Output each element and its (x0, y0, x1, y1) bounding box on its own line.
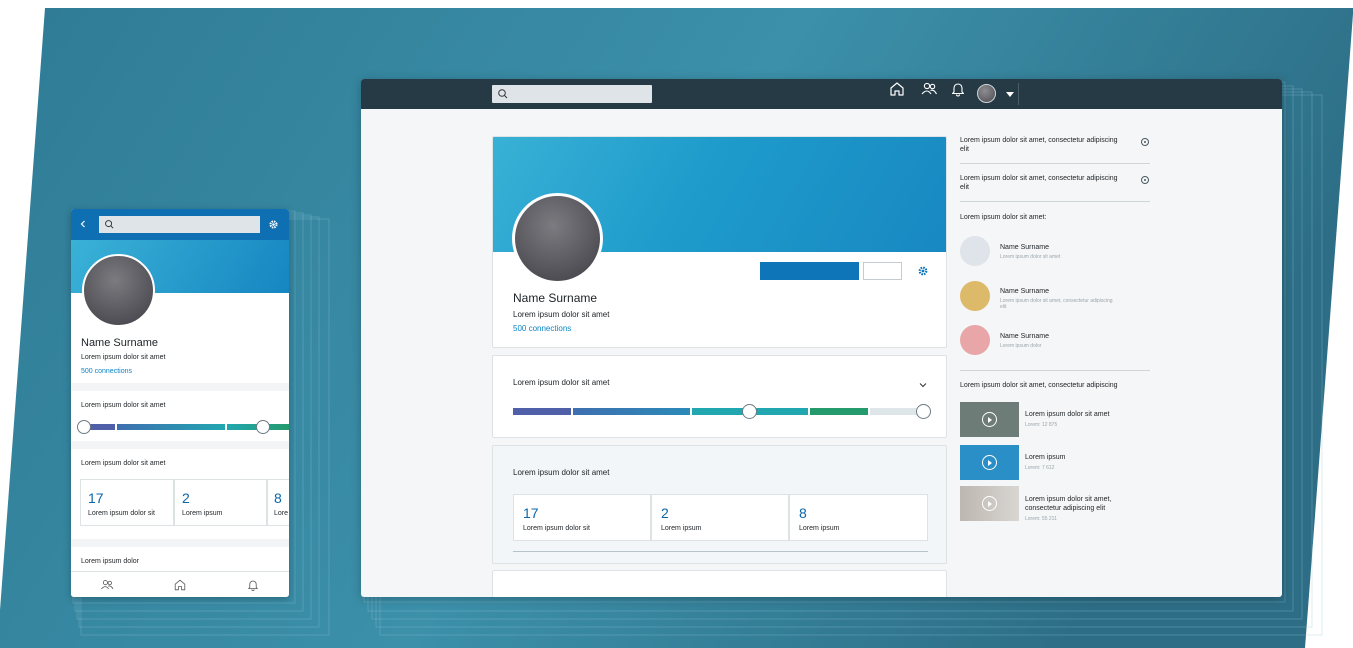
caret-down-icon[interactable] (1006, 92, 1014, 97)
play-icon (982, 496, 997, 511)
stats-title: Lorem ipsum dolor sit amet (81, 460, 166, 467)
play-icon (982, 412, 997, 427)
stat-label: Lorem ipsum (799, 525, 840, 532)
avatar[interactable] (977, 84, 996, 103)
stat-label: Lore (274, 510, 289, 517)
progress-card-title: Lorem ipsum dolor sit amet (513, 378, 610, 387)
mobile-bottom-section: Lorem ipsum dolor (71, 547, 289, 571)
video-thumbnail[interactable] (960, 445, 1019, 480)
bell-icon[interactable] (245, 577, 261, 593)
divider (960, 201, 1150, 202)
stat-box[interactable]: 8 Lore (267, 479, 289, 526)
stats-card: Lorem ipsum dolor sit amet 17 Lorem ipsu… (492, 445, 947, 564)
profile-subtitle: Lorem ipsum dolor sit amet (513, 310, 610, 319)
mobile-profile-card: Name Surname Lorem ipsum dolor sit amet … (71, 240, 289, 383)
stat-value: 17 (523, 505, 539, 521)
search-icon (105, 220, 114, 229)
mobile-progress-section: Lorem ipsum dolor sit amet (71, 391, 289, 441)
video-meta: Lorem: 7 612 (1025, 465, 1055, 471)
radio-button[interactable] (1141, 138, 1149, 146)
person-avatar[interactable] (960, 325, 990, 355)
progress-start-knob[interactable] (77, 420, 91, 434)
gear-icon[interactable] (917, 265, 929, 277)
progress-end-knob[interactable] (916, 404, 931, 419)
profile-name: Name Surname (513, 291, 598, 305)
video-title[interactable]: Lorem ipsum (1025, 453, 1140, 462)
stat-box[interactable]: 2 Lorem ipsum (651, 494, 789, 541)
video-title[interactable]: Lorem ipsum dolor sit amet, consectetur … (1025, 495, 1145, 513)
mobile-window: Name Surname Lorem ipsum dolor sit amet … (71, 209, 289, 597)
progress-knob[interactable] (742, 404, 757, 419)
stat-box[interactable]: 17 Lorem ipsum dolor sit (513, 494, 651, 541)
video-title[interactable]: Lorem ipsum dolor sit amet (1025, 410, 1140, 419)
stat-label: Lorem ipsum dolor sit (88, 510, 155, 517)
video-thumbnail[interactable] (960, 402, 1019, 437)
back-arrow-icon[interactable] (78, 219, 88, 229)
home-icon[interactable] (887, 79, 907, 99)
connections-link[interactable]: 500 connections (513, 324, 571, 333)
videos-section-title: Lorem ipsum dolor sit amet, consectetur … (960, 382, 1118, 389)
person-desc: Lorem ipsum dolor sit amet (1000, 254, 1061, 260)
video-thumbnail[interactable] (960, 486, 1019, 521)
option-text: Lorem ipsum dolor sit amet, consectetur … (960, 137, 1118, 153)
stat-box[interactable]: 17 Lorem ipsum dolor sit (80, 479, 174, 526)
stat-value: 2 (661, 505, 669, 521)
stat-value: 17 (88, 490, 104, 506)
profile-avatar[interactable] (512, 193, 603, 284)
bottom-section-title: Lorem ipsum dolor (81, 558, 139, 565)
people-section-title: Lorem ipsum dolor sit amet: (960, 214, 1047, 221)
mobile-top-bar (71, 209, 289, 240)
person-name[interactable]: Name Surname (1000, 332, 1049, 341)
person-desc: Lorem ipsum dolor (1000, 343, 1042, 349)
search-input[interactable] (492, 85, 652, 103)
play-icon (982, 455, 997, 470)
option-text: Lorem ipsum dolor sit amet, consectetur … (960, 175, 1118, 191)
video-meta: Lorem: 55 211 (1025, 516, 1057, 522)
progress-card: Lorem ipsum dolor sit amet (492, 355, 947, 438)
stat-value: 8 (799, 505, 807, 521)
divider (960, 370, 1150, 371)
bell-icon[interactable] (948, 79, 968, 99)
people-icon[interactable] (99, 577, 115, 593)
progress-title: Lorem ipsum dolor sit amet (81, 402, 166, 409)
person-name[interactable]: Name Surname (1000, 287, 1049, 296)
desktop-window: Name Surname Lorem ipsum dolor sit amet … (361, 79, 1282, 597)
top-navbar (361, 79, 1282, 109)
divider (513, 551, 928, 552)
profile-name: Name Surname (81, 337, 159, 349)
primary-action-button[interactable] (760, 262, 859, 280)
mobile-stats-section: Lorem ipsum dolor sit amet 17 Lorem ipsu… (71, 449, 289, 539)
stats-card-title: Lorem ipsum dolor sit amet (513, 468, 610, 477)
stat-value: 8 (274, 490, 282, 506)
stat-box[interactable]: 8 Lorem ipsum (789, 494, 928, 541)
video-meta: Lorem: 12 875 (1025, 422, 1058, 428)
profile-subtitle: Lorem ipsum dolor sit amet (81, 354, 166, 361)
person-avatar[interactable] (960, 281, 990, 311)
empty-card (492, 570, 947, 597)
stat-label: Lorem ipsum dolor sit (523, 525, 590, 532)
person-name[interactable]: Name Surname (1000, 243, 1049, 252)
stat-box[interactable]: 2 Lorem ipsum (174, 479, 267, 526)
connections-link[interactable]: 500 connections (81, 368, 132, 375)
progress-knob[interactable] (256, 420, 270, 434)
mobile-bottom-nav (71, 571, 289, 597)
divider (960, 163, 1150, 164)
people-icon[interactable] (919, 79, 939, 99)
canvas: Name Surname Lorem ipsum dolor sit amet … (0, 0, 1353, 648)
home-icon[interactable] (172, 577, 188, 593)
person-avatar[interactable] (960, 236, 990, 266)
stat-label: Lorem ipsum (182, 510, 223, 517)
mobile-search-input[interactable] (99, 216, 260, 233)
profile-card: Name Surname Lorem ipsum dolor sit amet … (492, 136, 947, 348)
gear-icon[interactable] (268, 219, 279, 230)
radio-button[interactable] (1141, 176, 1149, 184)
chevron-down-icon[interactable] (918, 380, 928, 390)
profile-avatar[interactable] (82, 254, 155, 327)
person-desc: Lorem ipsum dolor sit amet, consectetur … (1000, 298, 1113, 310)
stat-value: 2 (182, 490, 190, 506)
search-icon (498, 89, 508, 99)
navbar-divider (1018, 83, 1019, 105)
stat-label: Lorem ipsum (661, 525, 702, 532)
secondary-action-button[interactable] (863, 262, 902, 280)
